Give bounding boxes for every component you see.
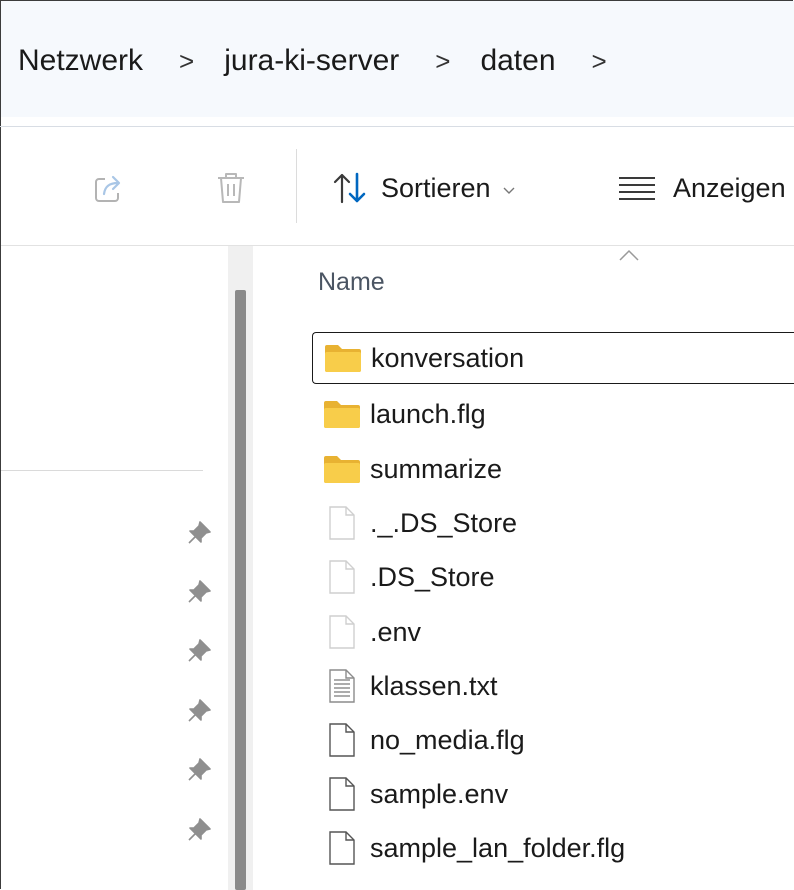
file-icon bbox=[322, 722, 362, 758]
breadcrumb-netzwerk[interactable]: Netzwerk bbox=[18, 44, 143, 78]
folder-icon bbox=[322, 451, 362, 487]
file-icon bbox=[322, 776, 362, 812]
text-file-icon bbox=[322, 668, 362, 704]
file-name: konversation bbox=[371, 342, 525, 373]
file-name: sample.env bbox=[370, 778, 509, 809]
view-label: Anzeigen bbox=[673, 172, 786, 203]
file-name: summarize bbox=[370, 453, 503, 484]
file-name: .env bbox=[370, 616, 422, 647]
toolbar-separator bbox=[296, 149, 297, 223]
folder-icon bbox=[323, 340, 363, 376]
file-icon bbox=[322, 505, 362, 541]
sort-arrows-icon bbox=[333, 172, 366, 204]
file-row-konversation[interactable]: konversation bbox=[312, 332, 794, 384]
breadcrumb-jura-ki-server[interactable]: jura-ki-server bbox=[224, 44, 399, 78]
view-button[interactable]: Anzeigen bbox=[617, 163, 786, 213]
file-row-sample-lan-folder-flg[interactable]: sample_lan_folder.flg bbox=[312, 822, 794, 874]
pin-icon[interactable] bbox=[186, 579, 212, 605]
file-name: .DS_Store bbox=[370, 561, 495, 592]
file-row-ds-store[interactable]: .DS_Store bbox=[312, 551, 794, 603]
breadcrumb-chevron-icon[interactable]: > bbox=[435, 46, 450, 77]
file-row-klassen-txt[interactable]: klassen.txt bbox=[312, 660, 794, 712]
breadcrumb: Netzwerk > jura-ki-server > daten > bbox=[18, 41, 637, 81]
delete-button[interactable] bbox=[203, 161, 259, 215]
file-row-dot-underscore-ds-store[interactable]: ._.DS_Store bbox=[312, 497, 794, 549]
file-icon bbox=[322, 614, 362, 650]
breadcrumb-chevron-icon[interactable]: > bbox=[179, 46, 194, 77]
folder-icon bbox=[322, 396, 362, 432]
address-bar[interactable]: Netzwerk > jura-ki-server > daten > bbox=[1, 1, 794, 117]
file-name: klassen.txt bbox=[370, 670, 498, 701]
file-row-no-media-flg[interactable]: no_media.flg bbox=[312, 714, 794, 766]
column-header-name[interactable]: Name bbox=[318, 268, 385, 297]
sort-ascending-caret-icon bbox=[619, 249, 639, 261]
breadcrumb-chevron-icon[interactable]: > bbox=[592, 46, 607, 77]
file-row-summarize[interactable]: summarize bbox=[312, 443, 794, 495]
pin-icon[interactable] bbox=[186, 757, 212, 783]
chevron-down-icon bbox=[503, 187, 515, 194]
file-row-launch-flg[interactable]: launch.flg bbox=[312, 388, 794, 440]
pin-icon[interactable] bbox=[186, 817, 212, 843]
trash-icon bbox=[218, 173, 244, 203]
file-name: sample_lan_folder.flg bbox=[370, 832, 626, 863]
file-name: no_media.flg bbox=[370, 724, 525, 755]
file-row-env[interactable]: .env bbox=[312, 606, 794, 658]
share-icon bbox=[95, 175, 121, 202]
file-name: ._.DS_Store bbox=[370, 507, 518, 538]
sort-button[interactable]: Sortieren bbox=[331, 163, 515, 213]
pin-icon[interactable] bbox=[186, 520, 212, 546]
file-name: launch.flg bbox=[370, 398, 486, 429]
pin-icon[interactable] bbox=[186, 698, 212, 724]
file-icon bbox=[322, 830, 362, 866]
nav-scrollbar-thumb[interactable] bbox=[235, 290, 246, 890]
file-icon bbox=[322, 559, 362, 595]
share-button[interactable] bbox=[79, 161, 139, 215]
command-bar: Sortieren Anzeigen bbox=[1, 127, 794, 245]
pin-icon[interactable] bbox=[186, 638, 212, 664]
list-view-icon bbox=[619, 177, 655, 200]
nav-divider bbox=[1, 470, 203, 471]
sort-label: Sortieren bbox=[381, 172, 491, 203]
file-row-sample-env[interactable]: sample.env bbox=[312, 768, 794, 820]
breadcrumb-daten[interactable]: daten bbox=[480, 44, 555, 78]
